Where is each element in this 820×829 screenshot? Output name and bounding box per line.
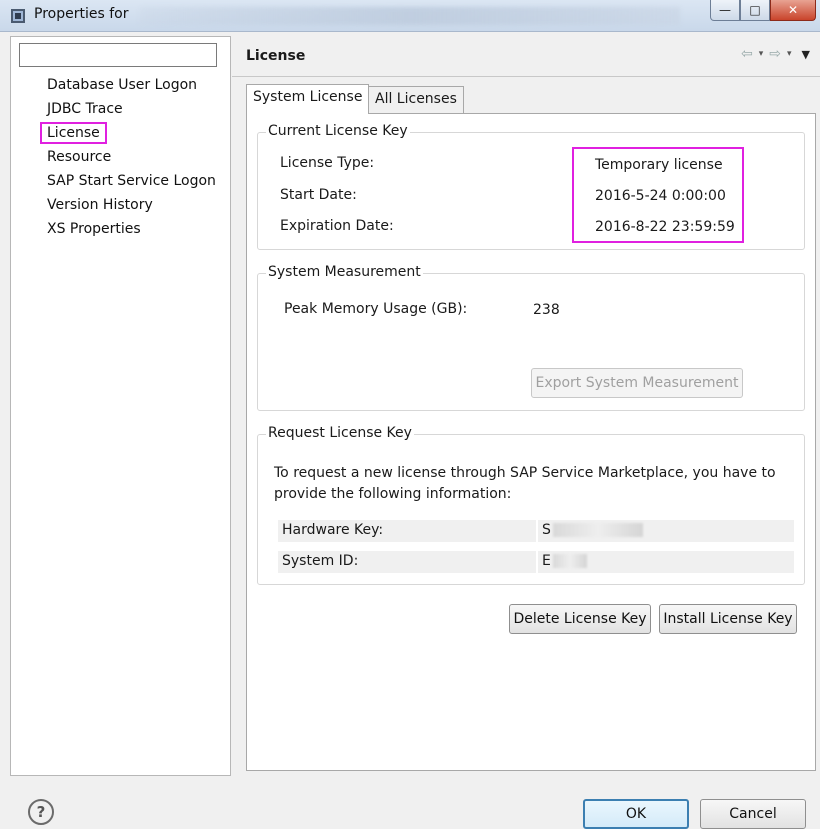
cancel-button[interactable]: Cancel [700,799,806,829]
peak-memory-value: 238 [533,302,560,318]
group-title: System Measurement [266,264,423,280]
current-license-group: Current License Key License Type: Start … [257,123,805,250]
masked-region [552,523,643,537]
forward-arrow-icon[interactable]: ⇨ [769,46,781,62]
tree-item-xs-properties[interactable]: XS Properties [47,221,141,237]
system-id-value: E [542,553,551,569]
close-button[interactable]: ✕ [770,0,816,21]
tree-item-license[interactable]: License [40,122,107,144]
license-type-label: License Type: [280,155,375,171]
page-navigation: ⇦ ▾ ⇨ ▾ ▼ [741,46,810,62]
export-system-measurement-button[interactable]: Export System Measurement [531,368,743,398]
install-license-key-button[interactable]: Install License Key [659,604,797,634]
hardware-key-value: S [542,522,551,538]
app-icon [11,9,25,23]
request-description: To request a new license through SAP Ser… [274,465,776,502]
tree-item-version-history[interactable]: Version History [47,197,153,213]
hardware-key-label: Hardware Key: [278,520,536,542]
peak-memory-label: Peak Memory Usage (GB): [284,301,468,317]
delete-license-key-button[interactable]: Delete License Key [509,604,651,634]
view-menu-icon[interactable]: ▼ [802,48,810,61]
property-tree: Database User Logon JDBC Trace License R… [10,36,231,776]
window-controls: — □ ✕ [710,0,816,22]
tab-panel: Current License Key License Type: Start … [246,113,816,771]
help-icon[interactable]: ? [28,799,54,825]
tree-item-resource[interactable]: Resource [47,149,111,165]
minimize-button[interactable]: — [710,0,740,21]
back-dropdown-icon[interactable]: ▾ [759,49,764,59]
tab-system-license[interactable]: System License [246,84,370,114]
ok-button[interactable]: OK [583,799,689,829]
request-license-group: Request License Key To request a new lic… [257,425,805,585]
system-id-label: System ID: [278,551,536,573]
start-date-value: 2016-5-24 0:00:00 [595,188,726,204]
dialog-button-bar: ? OK Cancel [0,780,820,829]
maximize-button[interactable]: □ [740,0,770,21]
hardware-key-field: S [538,520,794,542]
header-divider [232,76,820,77]
start-date-label: Start Date: [280,187,357,203]
tree-item-sap-start-service-logon[interactable]: SAP Start Service Logon [47,173,216,189]
blurred-title-region [140,7,680,25]
page-title: License [246,48,306,64]
group-title: Current License Key [266,123,410,139]
expiration-date-value: 2016-8-22 23:59:59 [595,219,735,235]
expiration-date-label: Expiration Date: [280,218,394,234]
tab-all-licenses[interactable]: All Licenses [368,86,464,114]
system-id-field: E [538,551,794,573]
tree-item-database-user-logon[interactable]: Database User Logon [47,77,197,93]
masked-region [552,554,587,568]
filter-input[interactable] [19,43,217,67]
license-type-value: Temporary license [595,157,723,173]
group-title: Request License Key [266,425,414,441]
window-title: Properties for [34,6,129,22]
license-page: License ⇦ ▾ ⇨ ▾ ▼ System License All Lic… [232,36,820,776]
forward-dropdown-icon[interactable]: ▾ [787,49,792,59]
system-measurement-group: System Measurement Peak Memory Usage (GB… [257,264,805,411]
back-arrow-icon[interactable]: ⇦ [741,46,753,62]
tree-item-jdbc-trace[interactable]: JDBC Trace [47,101,123,117]
title-bar: Properties for — □ ✕ [0,0,820,32]
